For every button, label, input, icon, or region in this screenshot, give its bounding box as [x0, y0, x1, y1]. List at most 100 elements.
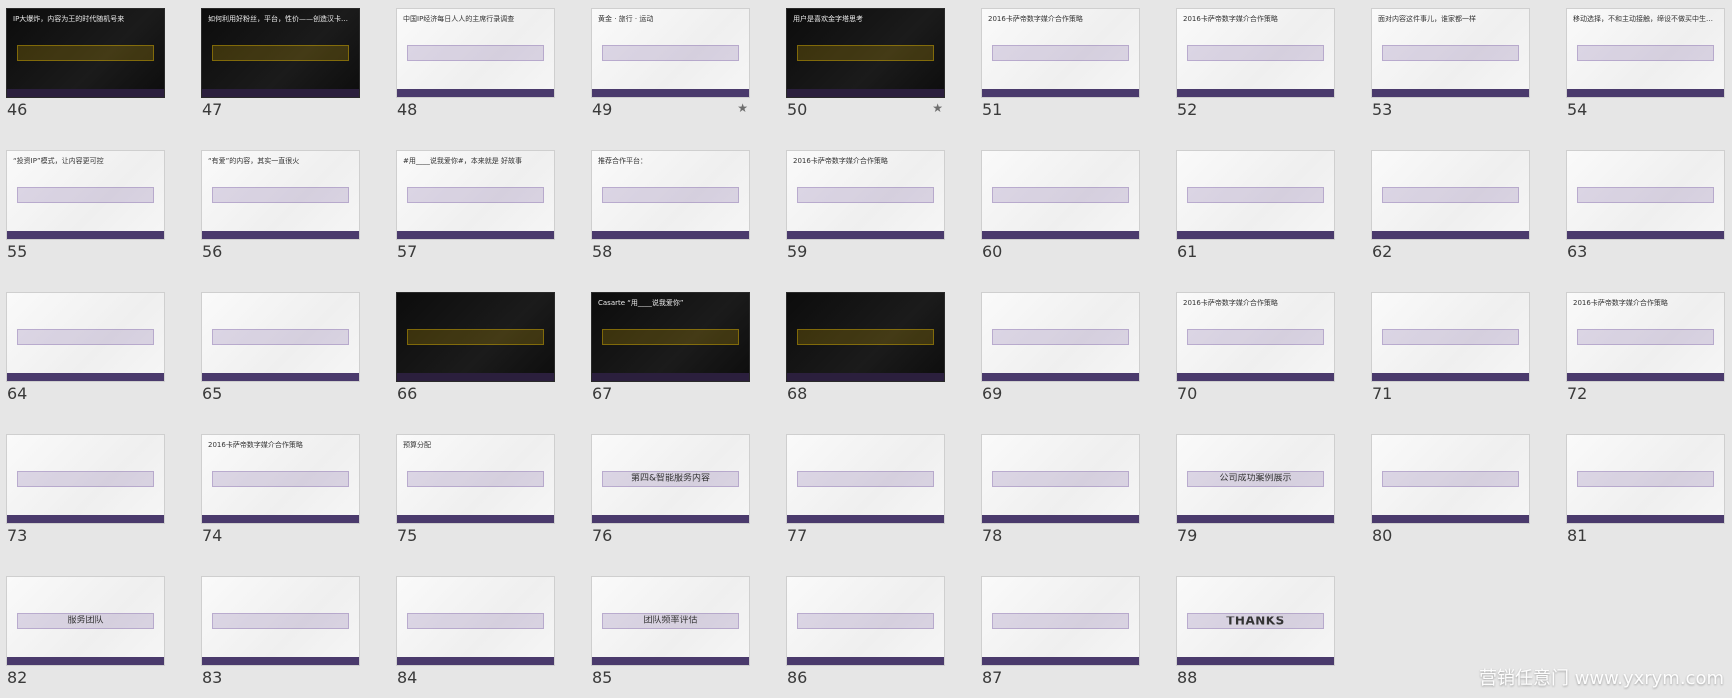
slide-thumbnail-cell[interactable]: 86 — [786, 576, 945, 698]
slide-title: 第四&智能服务内容 — [630, 473, 711, 484]
slide-thumbnail[interactable]: 面对内容这件事儿，谁家都一样 — [1371, 8, 1530, 98]
slide-thumbnail-cell[interactable]: 65 — [201, 292, 360, 414]
slide-thumbnail[interactable] — [1566, 150, 1725, 240]
slide-thumbnail-cell[interactable]: 用户是喜欢金字塔思考 50 ★ — [786, 8, 945, 130]
slide-number: 65 — [202, 384, 223, 403]
slide-thumbnail[interactable]: 用户是喜欢金字塔思考 — [786, 8, 945, 98]
slide-thumbnail-cell[interactable]: 面对内容这件事儿，谁家都一样 53 — [1371, 8, 1530, 130]
slide-thumbnail[interactable]: THANKS — [1176, 576, 1335, 666]
slide-thumbnail-cell[interactable]: 81 — [1566, 434, 1725, 556]
slide-thumbnail[interactable] — [981, 150, 1140, 240]
slide-content-block — [602, 187, 739, 203]
slide-thumbnail-cell[interactable]: 2016卡萨帝数字媒介合作策略 74 — [201, 434, 360, 556]
slide-footer-bar — [7, 231, 164, 239]
slide-thumbnail-cell[interactable]: 66 — [396, 292, 555, 414]
slide-thumbnail[interactable]: 预算分配 — [396, 434, 555, 524]
slide-thumbnail-cell[interactable]: 2016卡萨帝数字媒介合作策略 51 — [981, 8, 1140, 130]
slide-thumbnail-cell[interactable]: 黄金 · 旅行 · 运动 49 ★ — [591, 8, 750, 130]
slide-thumbnail[interactable] — [396, 292, 555, 382]
slide-thumbnail-cell[interactable]: 推荐合作平台： 58 — [591, 150, 750, 272]
slide-thumbnail[interactable] — [6, 434, 165, 524]
slide-thumbnail[interactable]: 公司成功案例展示 — [1176, 434, 1335, 524]
slide-title: “有爱”的内容，其实一直很火 — [208, 157, 300, 165]
slide-thumbnail[interactable]: 移动选择，不和主动接触，缔设不做买中生有？ — [1566, 8, 1725, 98]
slide-thumbnail[interactable]: Casarte “用____说我爱你” — [591, 292, 750, 382]
slide-thumbnail-cell[interactable]: 中国IP经济每日人人的主席行录调查 48 — [396, 8, 555, 130]
slide-thumbnail[interactable] — [6, 292, 165, 382]
slide-thumbnail[interactable] — [1371, 150, 1530, 240]
slide-thumbnail-cell[interactable]: 60 — [981, 150, 1140, 272]
slide-thumbnail[interactable] — [396, 576, 555, 666]
slide-thumbnail-cell[interactable]: “有爱”的内容，其实一直很火 56 — [201, 150, 360, 272]
slide-thumbnail-cell[interactable]: THANKS 88 — [1176, 576, 1335, 698]
slide-thumbnail[interactable] — [1371, 434, 1530, 524]
slide-thumbnail-cell[interactable]: 2016卡萨帝数字媒介合作策略 70 — [1176, 292, 1335, 414]
slide-thumbnail[interactable]: “有爱”的内容，其实一直很火 — [201, 150, 360, 240]
slide-thumbnail-cell[interactable]: 73 — [6, 434, 165, 556]
slide-thumbnail[interactable] — [981, 576, 1140, 666]
slide-title: 2016卡萨帝数字媒介合作策略 — [793, 157, 888, 165]
slide-thumbnail[interactable] — [201, 576, 360, 666]
slide-thumbnail-cell[interactable]: 84 — [396, 576, 555, 698]
slide-number: 78 — [982, 526, 1003, 545]
slide-thumbnail[interactable] — [1371, 292, 1530, 382]
slide-thumbnail-cell[interactable]: Casarte “用____说我爱你” 67 — [591, 292, 750, 414]
slide-title: #用____说我爱你#，本来就是 好故事 — [403, 157, 522, 165]
slide-thumbnail-cell[interactable]: 80 — [1371, 434, 1530, 556]
slide-thumbnail-cell[interactable]: 69 — [981, 292, 1140, 414]
slide-thumbnail[interactable]: 服务团队 — [6, 576, 165, 666]
slide-thumbnail-cell[interactable]: 移动选择，不和主动接触，缔设不做买中生有？ 54 — [1566, 8, 1725, 130]
slide-thumbnail-cell[interactable]: “投资IP”模式，让内容更可控 55 — [6, 150, 165, 272]
slide-number: 84 — [397, 668, 418, 687]
slide-thumbnail-cell[interactable]: 2016卡萨帝数字媒介合作策略 72 — [1566, 292, 1725, 414]
slide-thumbnail[interactable]: 中国IP经济每日人人的主席行录调查 — [396, 8, 555, 98]
slide-thumbnail[interactable] — [1566, 434, 1725, 524]
slide-thumbnail-cell[interactable]: 2016卡萨帝数字媒介合作策略 59 — [786, 150, 945, 272]
slide-thumbnail-cell[interactable]: 2016卡萨帝数字媒介合作策略 52 — [1176, 8, 1335, 130]
slide-thumbnail-cell[interactable]: 78 — [981, 434, 1140, 556]
slide-thumbnail-cell[interactable]: 61 — [1176, 150, 1335, 272]
slide-thumbnail-cell[interactable]: 64 — [6, 292, 165, 414]
slide-thumbnail[interactable] — [201, 292, 360, 382]
slide-thumbnail[interactable]: 第四&智能服务内容 — [591, 434, 750, 524]
slide-thumbnail-cell[interactable]: 83 — [201, 576, 360, 698]
slide-thumbnail-cell[interactable]: 预算分配 75 — [396, 434, 555, 556]
slide-thumbnail[interactable]: #用____说我爱你#，本来就是 好故事 — [396, 150, 555, 240]
slide-title: 2016卡萨帝数字媒介合作策略 — [1573, 299, 1668, 307]
slide-thumbnail-cell[interactable]: 第四&智能服务内容 76 — [591, 434, 750, 556]
slide-thumbnail[interactable] — [786, 292, 945, 382]
slide-thumbnail-cell[interactable]: 如何利用好粉丝，平台，性价——创造汉卡格里后方在中国可能的 47 — [201, 8, 360, 130]
slide-thumbnail-cell[interactable]: 团队频率评估 85 — [591, 576, 750, 698]
slide-thumbnail[interactable]: 2016卡萨帝数字媒介合作策略 — [786, 150, 945, 240]
slide-thumbnail-cell[interactable]: 服务团队 82 — [6, 576, 165, 698]
slide-content-block — [1382, 329, 1519, 345]
slide-thumbnail[interactable] — [981, 434, 1140, 524]
slide-thumbnail-cell[interactable]: 71 — [1371, 292, 1530, 414]
slide-thumbnail-cell[interactable]: 68 — [786, 292, 945, 414]
slide-footer-bar — [982, 231, 1139, 239]
slide-thumbnail[interactable]: 2016卡萨帝数字媒介合作策略 — [201, 434, 360, 524]
slide-thumbnail-cell[interactable]: #用____说我爱你#，本来就是 好故事 57 — [396, 150, 555, 272]
slide-thumbnail-cell[interactable]: 63 — [1566, 150, 1725, 272]
slide-thumbnail[interactable]: 2016卡萨帝数字媒介合作策略 — [1566, 292, 1725, 382]
slide-thumbnail[interactable]: “投资IP”模式，让内容更可控 — [6, 150, 165, 240]
slide-number: 88 — [1177, 668, 1198, 687]
slide-thumbnail[interactable] — [786, 576, 945, 666]
slide-thumbnail[interactable] — [1176, 150, 1335, 240]
slide-thumbnail[interactable]: IP大爆炸，内容为王的时代随机号来 — [6, 8, 165, 98]
slide-thumbnail-cell[interactable]: IP大爆炸，内容为王的时代随机号来 46 — [6, 8, 165, 130]
slide-thumbnail[interactable]: 推荐合作平台： — [591, 150, 750, 240]
slide-thumbnail[interactable]: 团队频率评估 — [591, 576, 750, 666]
slide-thumbnail[interactable]: 2016卡萨帝数字媒介合作策略 — [981, 8, 1140, 98]
slide-thumbnail[interactable]: 2016卡萨帝数字媒介合作策略 — [1176, 292, 1335, 382]
slide-thumbnail[interactable]: 黄金 · 旅行 · 运动 — [591, 8, 750, 98]
slide-thumbnail[interactable]: 2016卡萨帝数字媒介合作策略 — [1176, 8, 1335, 98]
slide-thumbnail[interactable] — [981, 292, 1140, 382]
slide-thumbnail[interactable]: 如何利用好粉丝，平台，性价——创造汉卡格里后方在中国可能的 — [201, 8, 360, 98]
slide-thumbnail-cell[interactable]: 77 — [786, 434, 945, 556]
slide-thumbnail-cell[interactable]: 公司成功案例展示 79 — [1176, 434, 1335, 556]
slide-thumbnail-cell[interactable]: 62 — [1371, 150, 1530, 272]
slide-number: 76 — [592, 526, 613, 545]
slide-thumbnail-cell[interactable]: 87 — [981, 576, 1140, 698]
slide-thumbnail[interactable] — [786, 434, 945, 524]
